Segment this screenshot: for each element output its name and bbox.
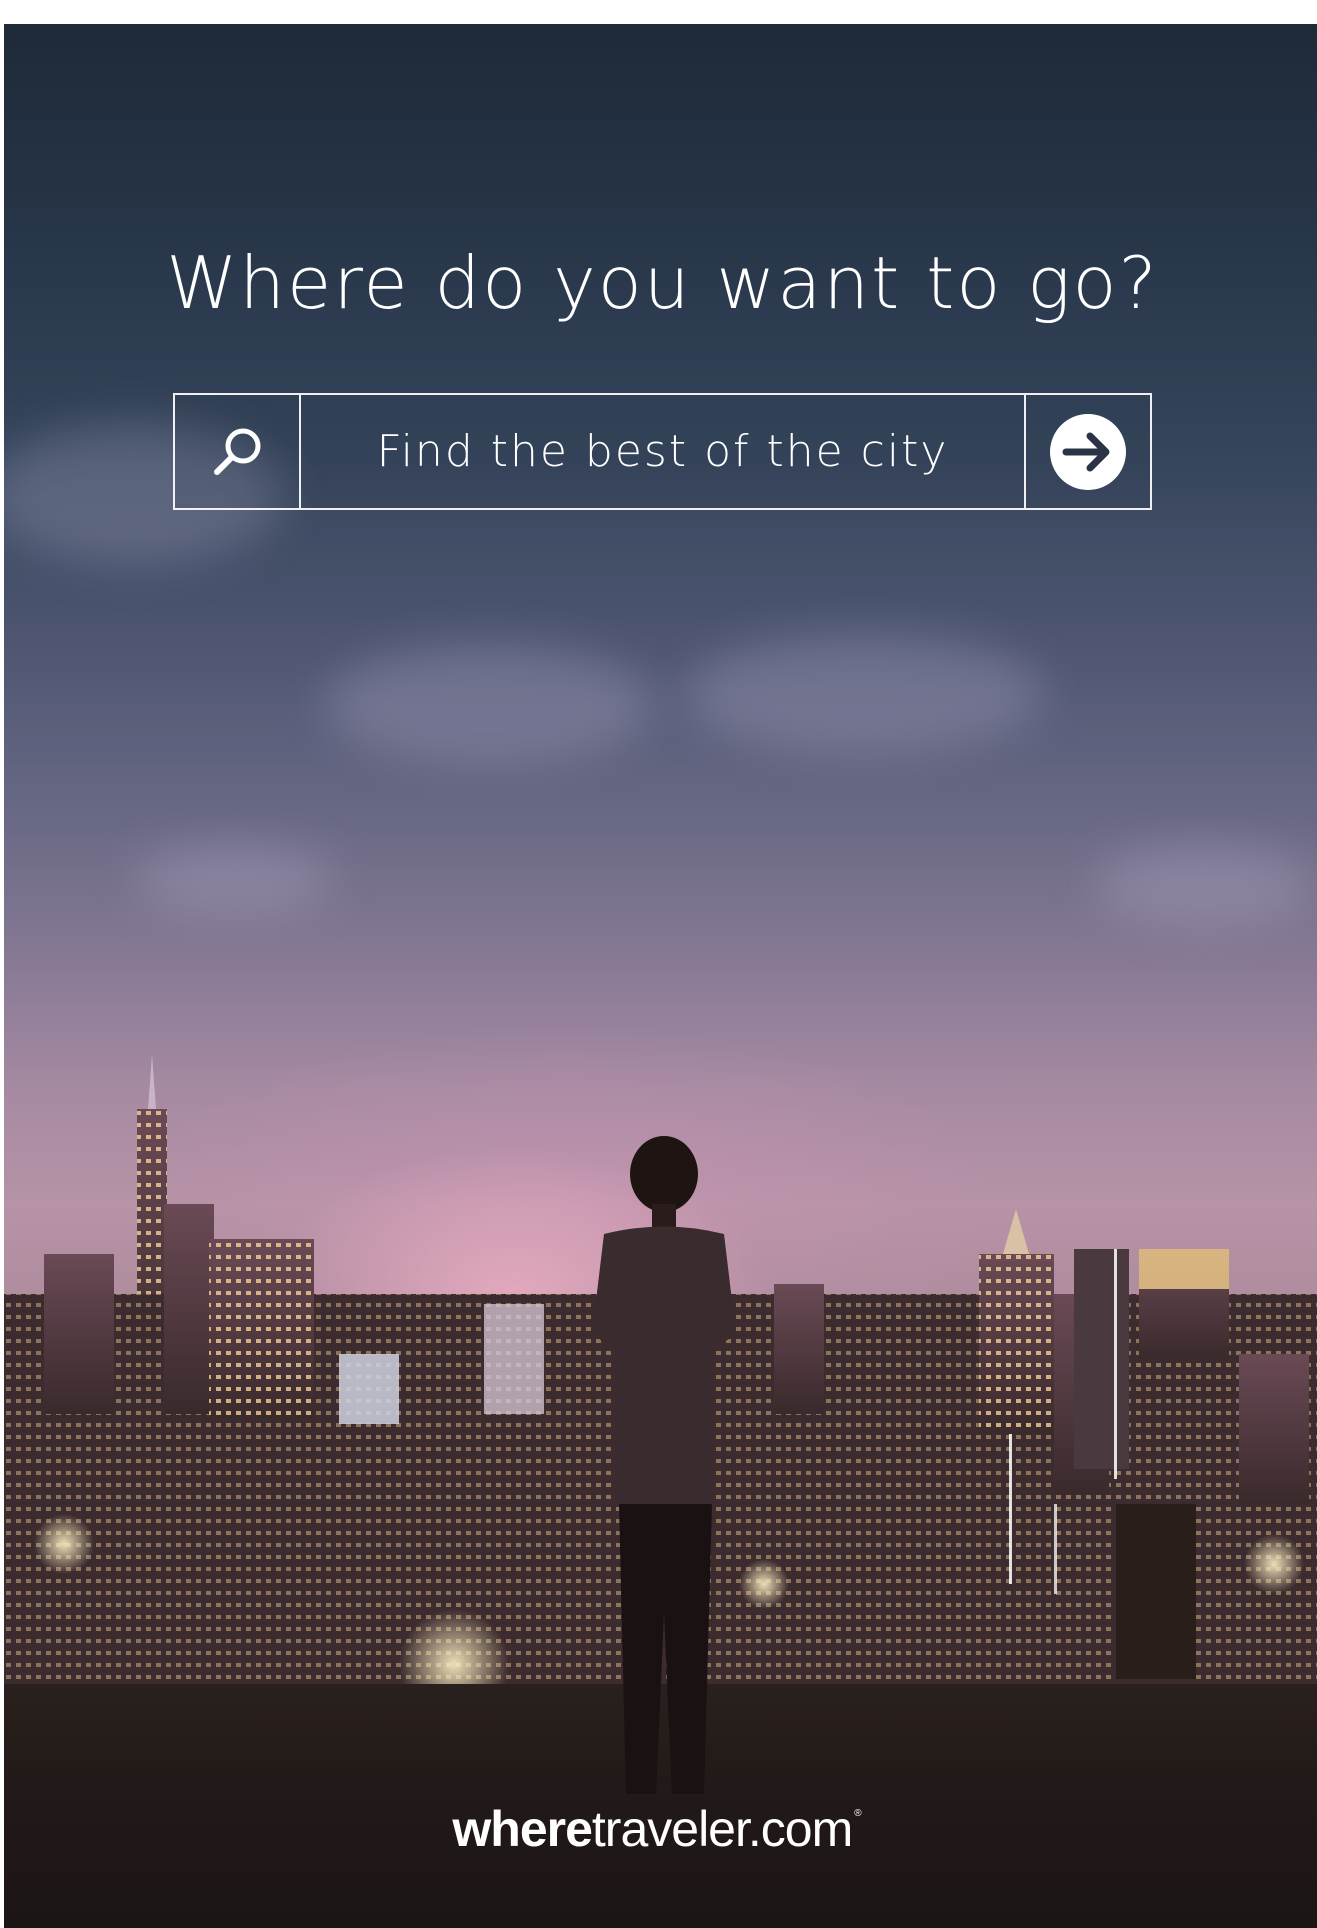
building-windows — [979, 1254, 1054, 1434]
logo-bold: where — [452, 1801, 593, 1857]
crate-silhouette — [1116, 1504, 1196, 1679]
ad-panel: Where do you want to go? — [4, 24, 1317, 1928]
building — [44, 1254, 114, 1414]
building — [1074, 1249, 1129, 1469]
building-lit-top — [1139, 1249, 1229, 1289]
cloud — [134, 844, 334, 914]
logo-light: traveler.com — [591, 1801, 853, 1857]
search-submit-button[interactable] — [1024, 395, 1150, 508]
cloud — [1094, 844, 1314, 924]
building-light-strip — [1114, 1249, 1117, 1479]
search-icon — [214, 428, 261, 475]
search-icon-cell[interactable] — [175, 395, 301, 508]
street-glow — [34, 1514, 94, 1574]
person-silhouette — [592, 1136, 736, 1794]
building-windows — [209, 1239, 314, 1419]
tower-spire — [148, 1054, 156, 1109]
brand-logo: wheretraveler.com ® — [0, 1800, 1313, 1858]
building-crown — [1003, 1209, 1029, 1254]
cloud — [684, 634, 1044, 754]
building-light-strip — [1009, 1434, 1012, 1584]
street-glow — [1244, 1534, 1304, 1594]
building — [339, 1354, 399, 1424]
cloud — [324, 644, 654, 764]
building — [484, 1304, 544, 1414]
search-input[interactable]: Find the best of the city — [301, 395, 1024, 508]
building-light-strip — [1054, 1504, 1057, 1594]
search-bar[interactable]: Find the best of the city — [173, 393, 1152, 510]
building — [164, 1204, 214, 1414]
logo-registered-mark: ® — [854, 1808, 861, 1819]
headline: Where do you want to go? — [166, 241, 1159, 325]
building — [1239, 1354, 1309, 1504]
arrow-right-circle-icon — [1050, 413, 1126, 490]
